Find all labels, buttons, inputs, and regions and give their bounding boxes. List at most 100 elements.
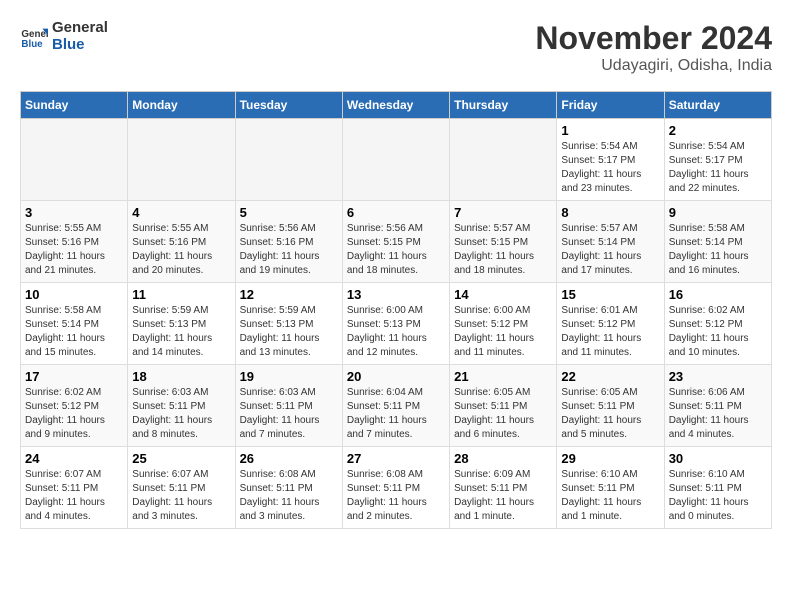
title-section: November 2024 Udayagiri, Odisha, India	[535, 20, 772, 75]
calendar-cell: 23 Sunrise: 6:06 AM Sunset: 5:11 PM Dayli…	[664, 365, 771, 447]
weekday-header: Wednesday	[342, 92, 449, 119]
weekday-header: Friday	[557, 92, 664, 119]
day-info: Sunrise: 6:07 AM Sunset: 5:11 PM Dayligh…	[25, 468, 123, 524]
day-info: Sunrise: 5:59 AM Sunset: 5:13 PM Dayligh…	[240, 304, 338, 360]
day-info: Sunrise: 6:10 AM Sunset: 5:11 PM Dayligh…	[561, 468, 659, 524]
day-number: 27	[347, 451, 445, 466]
calendar-cell	[128, 119, 235, 201]
calendar-cell: 6 Sunrise: 5:56 AM Sunset: 5:15 PM Daylig…	[342, 201, 449, 283]
calendar-week-row: 10 Sunrise: 5:58 AM Sunset: 5:14 PM Dayli…	[21, 283, 772, 365]
weekday-header: Tuesday	[235, 92, 342, 119]
calendar-cell: 28Sunrise: 6:09 AM Sunset: 5:11 PM Dayli…	[450, 447, 557, 529]
day-number: 11	[132, 287, 230, 302]
day-number: 6	[347, 205, 445, 220]
calendar-cell: 18 Sunrise: 6:03 AM Sunset: 5:11 PM Dayli…	[128, 365, 235, 447]
calendar-cell: 9 Sunrise: 5:58 AM Sunset: 5:14 PM Daylig…	[664, 201, 771, 283]
day-number: 15	[561, 287, 659, 302]
day-info: Sunrise: 5:59 AM Sunset: 5:13 PM Dayligh…	[132, 304, 230, 360]
logo: General Blue General Blue	[20, 20, 108, 53]
day-info: Sunrise: 6:05 AM Sunset: 5:11 PM Dayligh…	[561, 386, 659, 442]
day-number: 23	[669, 369, 767, 384]
weekday-header: Sunday	[21, 92, 128, 119]
day-number: 14	[454, 287, 552, 302]
calendar-week-row: 1Sunrise: 5:54 AM Sunset: 5:17 PM Daylig…	[21, 119, 772, 201]
calendar-cell: 30 Sunrise: 6:10 AM Sunset: 5:11 PM Dayli…	[664, 447, 771, 529]
calendar-cell	[342, 119, 449, 201]
calendar-cell: 15 Sunrise: 6:01 AM Sunset: 5:12 PM Dayli…	[557, 283, 664, 365]
day-number: 3	[25, 205, 123, 220]
calendar-header: SundayMondayTuesdayWednesdayThursdayFrid…	[21, 92, 772, 119]
day-info: Sunrise: 5:54 AM Sunset: 5:17 PM Dayligh…	[561, 140, 659, 196]
calendar-cell: 5Sunrise: 5:56 AM Sunset: 5:16 PM Daylig…	[235, 201, 342, 283]
day-number: 29	[561, 451, 659, 466]
calendar-table: SundayMondayTuesdayWednesdayThursdayFrid…	[20, 91, 772, 529]
day-number: 30	[669, 451, 767, 466]
day-info: Sunrise: 6:02 AM Sunset: 5:12 PM Dayligh…	[669, 304, 767, 360]
day-number: 7	[454, 205, 552, 220]
day-info: Sunrise: 5:56 AM Sunset: 5:15 PM Dayligh…	[347, 222, 445, 278]
logo-line2: Blue	[52, 37, 108, 54]
day-info: Sunrise: 5:57 AM Sunset: 5:14 PM Dayligh…	[561, 222, 659, 278]
weekday-header: Thursday	[450, 92, 557, 119]
day-info: Sunrise: 6:00 AM Sunset: 5:13 PM Dayligh…	[347, 304, 445, 360]
calendar-cell: 7 Sunrise: 5:57 AM Sunset: 5:15 PM Daylig…	[450, 201, 557, 283]
day-number: 4	[132, 205, 230, 220]
calendar-cell: 20Sunrise: 6:04 AM Sunset: 5:11 PM Dayli…	[342, 365, 449, 447]
calendar-cell: 1Sunrise: 5:54 AM Sunset: 5:17 PM Daylig…	[557, 119, 664, 201]
day-info: Sunrise: 6:03 AM Sunset: 5:11 PM Dayligh…	[240, 386, 338, 442]
calendar-cell: 8 Sunrise: 5:57 AM Sunset: 5:14 PM Daylig…	[557, 201, 664, 283]
day-number: 5	[240, 205, 338, 220]
day-info: Sunrise: 6:02 AM Sunset: 5:12 PM Dayligh…	[25, 386, 123, 442]
calendar-cell: 3Sunrise: 5:55 AM Sunset: 5:16 PM Daylig…	[21, 201, 128, 283]
day-number: 2	[669, 123, 767, 138]
calendar-cell: 16 Sunrise: 6:02 AM Sunset: 5:12 PM Dayli…	[664, 283, 771, 365]
day-info: Sunrise: 6:03 AM Sunset: 5:11 PM Dayligh…	[132, 386, 230, 442]
day-number: 22	[561, 369, 659, 384]
weekday-header: Monday	[128, 92, 235, 119]
calendar-cell: 12 Sunrise: 5:59 AM Sunset: 5:13 PM Dayli…	[235, 283, 342, 365]
calendar-cell: 2 Sunrise: 5:54 AM Sunset: 5:17 PM Daylig…	[664, 119, 771, 201]
day-number: 26	[240, 451, 338, 466]
calendar-cell	[21, 119, 128, 201]
day-number: 9	[669, 205, 767, 220]
day-number: 18	[132, 369, 230, 384]
calendar-cell: 27 Sunrise: 6:08 AM Sunset: 5:11 PM Dayli…	[342, 447, 449, 529]
calendar-cell: 25 Sunrise: 6:07 AM Sunset: 5:11 PM Dayli…	[128, 447, 235, 529]
weekday-header: Saturday	[664, 92, 771, 119]
day-number: 16	[669, 287, 767, 302]
calendar-cell: 4 Sunrise: 5:55 AM Sunset: 5:16 PM Daylig…	[128, 201, 235, 283]
logo-icon: General Blue	[20, 23, 48, 51]
calendar-cell: 21Sunrise: 6:05 AM Sunset: 5:11 PM Dayli…	[450, 365, 557, 447]
calendar-cell: 17Sunrise: 6:02 AM Sunset: 5:12 PM Dayli…	[21, 365, 128, 447]
day-info: Sunrise: 6:01 AM Sunset: 5:12 PM Dayligh…	[561, 304, 659, 360]
day-info: Sunrise: 6:06 AM Sunset: 5:11 PM Dayligh…	[669, 386, 767, 442]
calendar-week-row: 3 Sunrise: 5:55 AM Sunset: 5:16 PM Daylig…	[21, 201, 772, 283]
day-number: 13	[347, 287, 445, 302]
calendar-cell: 19 Sunrise: 6:03 AM Sunset: 5:11 PM Dayli…	[235, 365, 342, 447]
day-info: Sunrise: 5:55 AM Sunset: 5:16 PM Dayligh…	[132, 222, 230, 278]
calendar-cell: 29 Sunrise: 6:10 AM Sunset: 5:11 PM Dayli…	[557, 447, 664, 529]
day-info: Sunrise: 5:58 AM Sunset: 5:14 PM Dayligh…	[669, 222, 767, 278]
day-info: Sunrise: 6:10 AM Sunset: 5:11 PM Dayligh…	[669, 468, 767, 524]
day-info: Sunrise: 5:57 AM Sunset: 5:15 PM Dayligh…	[454, 222, 552, 278]
day-info: Sunrise: 5:58 AM Sunset: 5:14 PM Dayligh…	[25, 304, 123, 360]
day-number: 19	[240, 369, 338, 384]
calendar-cell: 22 Sunrise: 6:05 AM Sunset: 5:11 PM Dayli…	[557, 365, 664, 447]
day-info: Sunrise: 5:54 AM Sunset: 5:17 PM Dayligh…	[669, 140, 767, 196]
calendar-cell: 26 Sunrise: 6:08 AM Sunset: 5:11 PM Dayli…	[235, 447, 342, 529]
calendar-week-row: 17Sunrise: 6:02 AM Sunset: 5:12 PM Dayli…	[21, 365, 772, 447]
calendar-cell	[235, 119, 342, 201]
month-title: November 2024	[535, 20, 772, 57]
day-number: 8	[561, 205, 659, 220]
day-number: 25	[132, 451, 230, 466]
calendar-cell	[450, 119, 557, 201]
day-info: Sunrise: 6:08 AM Sunset: 5:11 PM Dayligh…	[347, 468, 445, 524]
day-number: 21	[454, 369, 552, 384]
day-number: 12	[240, 287, 338, 302]
weekday-header-row: SundayMondayTuesdayWednesdayThursdayFrid…	[21, 92, 772, 119]
day-info: Sunrise: 6:07 AM Sunset: 5:11 PM Dayligh…	[132, 468, 230, 524]
day-number: 20	[347, 369, 445, 384]
day-number: 10	[25, 287, 123, 302]
day-number: 24	[25, 451, 123, 466]
day-info: Sunrise: 6:08 AM Sunset: 5:11 PM Dayligh…	[240, 468, 338, 524]
